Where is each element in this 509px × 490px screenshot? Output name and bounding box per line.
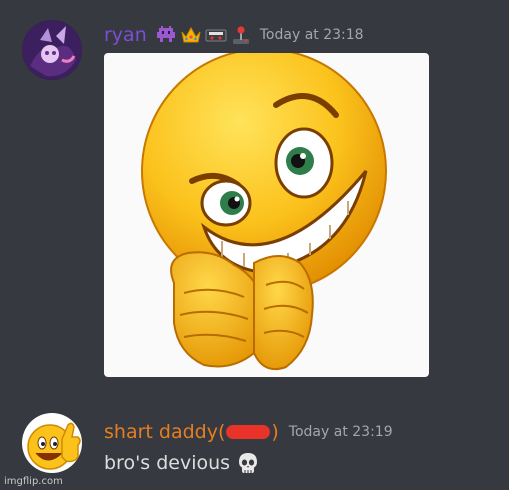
avatar-thumbs-up-emoji[interactable] (22, 413, 82, 473)
username-ryan[interactable]: ryan (104, 24, 147, 46)
watermark: imgflip.com (4, 476, 63, 487)
username-text: shart daddy( (104, 421, 226, 443)
message-ryan: ryan Today at 23:18 (0, 0, 509, 390)
vhs-tape-icon (205, 24, 227, 46)
alien-monster-icon (155, 24, 177, 46)
crown-icon (180, 24, 202, 46)
message-text: bro's devious (104, 452, 231, 474)
avatar-ryan[interactable] (22, 20, 82, 80)
username-suffix: ) (271, 421, 279, 443)
timestamp: Today at 23:19 (288, 424, 393, 440)
username-shart-daddy[interactable]: shart daddy( ) (104, 421, 279, 443)
user-badges (155, 24, 252, 46)
redaction-scribble (226, 425, 271, 439)
message-shart-daddy: shart daddy( ) Today at 23:19 bro's devi… (0, 400, 509, 490)
smirking-emoji-image[interactable] (104, 53, 429, 377)
joystick-icon (230, 24, 252, 46)
timestamp: Today at 23:18 (259, 27, 364, 43)
skull-icon (236, 451, 260, 475)
